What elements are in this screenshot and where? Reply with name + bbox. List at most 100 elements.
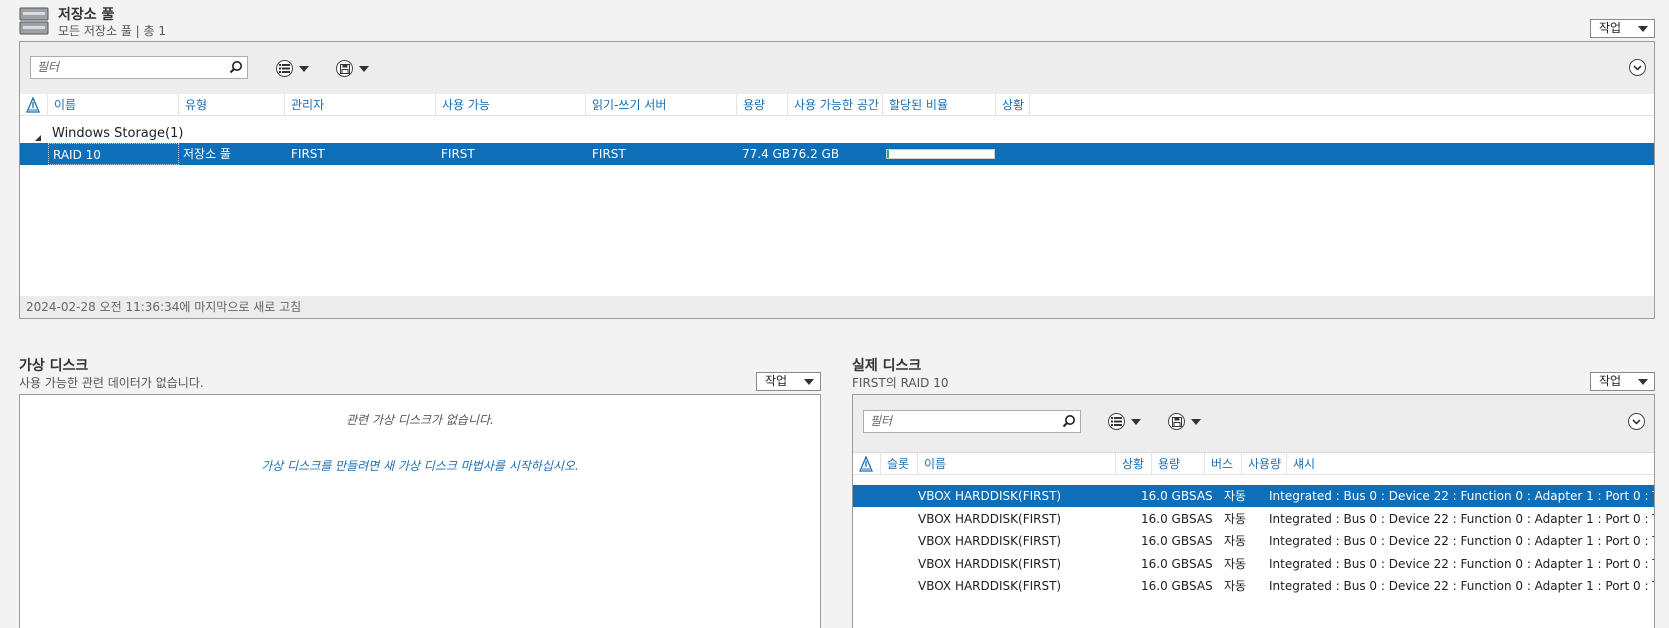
new-vdisk-wizard-link[interactable]: 가상 디스크를 만들려면 새 가상 디스크 마법사를 시작하십시오. [20,457,820,474]
pdisks-expand-button[interactable] [1628,413,1645,430]
column-header-type[interactable]: 유형 [179,94,285,116]
cell-name: VBOX HARDDISK(FIRST) [918,511,1062,526]
cell-bus: SAS [1189,579,1213,593]
cell-usage: 자동 [1224,489,1247,503]
column-header-allocated[interactable]: 할당된 비율 [883,94,996,116]
search-icon[interactable] [229,60,243,81]
column-header-status[interactable]: 상황 [996,94,1030,116]
chevron-down-icon [359,65,369,72]
column-header-capacity[interactable]: 용량 [1152,453,1205,475]
pdisks-toolbar: 필터 [853,395,1654,453]
chevron-down-icon [1638,26,1648,32]
chevron-down-icon [1131,418,1141,425]
column-header-free-space[interactable]: 사용 가능한 공간 [788,94,883,116]
vdisks-panel: 관련 가상 디스크가 없습니다. 가상 디스크를 만들려면 새 가상 디스크 마… [19,394,821,628]
cell-usage: 자동 [1224,511,1247,526]
table-row[interactable]: RAID 10 저장소 풀 FIRST FIRST FIRST 77.4 GB … [20,143,1654,165]
column-header-bus[interactable]: 버스 [1205,453,1242,475]
search-icon[interactable] [1062,414,1076,435]
cell-name: VBOX HARDDISK(FIRST) [918,534,1062,548]
pools-subtitle: 모든 저장소 풀 | 총 1 [58,24,167,38]
pdisks-title: 실제 디스크 [852,358,922,374]
pools-panel: 필터 이름 유형 관리자 사용 가능 읽기-쓰기 서버 용량 사용 가능한 공간… [19,41,1655,319]
cell-chassis: Integrated : Bus 0 : Device 22 : Functio… [1269,489,1655,503]
sort-warning-icon[interactable] [20,94,48,116]
cell-bus: SAS [1189,534,1213,548]
pdisks-panel: 필터 슬롯 이름 상황 용량 버스 사용량 섀시 VBOX HARDDISK(F… [852,394,1655,628]
pdisks-list-view-button[interactable] [1108,413,1141,430]
storage-pool-icon [19,6,49,39]
cell-type: 저장소 풀 [183,147,231,161]
save-icon [336,60,353,77]
pdisks-subtitle: FIRST의 RAID 10 [852,376,949,390]
pools-list-view-button[interactable] [276,60,309,77]
pdisks-column-headers: 슬롯 이름 상황 용량 버스 사용량 섀시 [853,453,1654,475]
pools-filter-input[interactable]: 필터 [30,56,248,79]
pdisks-rows: VBOX HARDDISK(FIRST) 16.0 GB SAS 자동 Integrat… [853,485,1655,605]
pools-status-bar: 2024-02-28 오전 11:36:34에 마지막으로 새로 고침 [20,296,1654,318]
pools-task-button[interactable]: 작업 [1590,19,1655,38]
column-header-chassis[interactable]: 섀시 [1287,453,1654,475]
pools-task-label: 작업 [1599,21,1622,35]
vdisks-empty-message: 관련 가상 디스크가 없습니다. [346,413,494,427]
column-header-name[interactable]: 이름 [918,453,1116,475]
pools-toolbar: 필터 [20,42,1654,100]
chevron-down-icon [804,379,814,385]
column-header-usage[interactable]: 사용량 [1242,453,1287,475]
sort-warning-icon[interactable] [853,453,881,475]
save-icon [1168,413,1185,430]
cell-available: FIRST [441,147,475,161]
cell-rw-server: FIRST [592,147,626,161]
cell-free-space: 76.2 GB [791,147,840,161]
pools-save-query-button[interactable] [336,60,369,77]
cell-chassis: Integrated : Bus 0 : Device 22 : Functio… [1269,511,1655,526]
cell-manager: FIRST [291,147,325,161]
cell-capacity: 77.4 GB [742,147,791,161]
chevron-down-icon [299,65,309,72]
chevron-down-icon [1191,418,1201,425]
column-header-name[interactable]: 이름 [48,94,179,116]
cell-usage: 자동 [1224,556,1247,571]
pools-title: 저장소 풀 [58,7,115,23]
cell-usage: 자동 [1224,534,1247,548]
cell-usage: 자동 [1224,579,1247,593]
pools-expand-button[interactable] [1629,59,1646,76]
column-header-capacity[interactable]: 용량 [737,94,788,116]
vdisks-title: 가상 디스크 [19,358,89,374]
cell-name: VBOX HARDDISK(FIRST) [918,556,1062,571]
cell-capacity: 16.0 GB [1141,511,1190,526]
cell-bus: SAS [1189,511,1213,526]
cell-capacity: 16.0 GB [1141,579,1190,593]
pdisks-task-button[interactable]: 작업 [1590,372,1655,391]
table-row[interactable]: VBOX HARDDISK(FIRST) 16.0 GB SAS 자동 Integrat… [853,485,1655,507]
column-header-slot[interactable]: 슬롯 [881,453,918,475]
table-row[interactable]: VBOX HARDDISK(FIRST) 16.0 GB SAS 자동 Integrat… [853,575,1655,597]
pdisks-save-query-button[interactable] [1168,413,1201,430]
list-icon [1108,413,1125,430]
cell-bus: SAS [1189,489,1213,503]
table-row[interactable]: VBOX HARDDISK(FIRST) 16.0 GB SAS 자동 Integrat… [853,508,1655,530]
column-header-status[interactable]: 상황 [1116,453,1152,475]
pools-column-headers: 이름 유형 관리자 사용 가능 읽기-쓰기 서버 용량 사용 가능한 공간 할당… [20,94,1654,116]
pdisks-filter-input[interactable]: 필터 [863,410,1081,433]
chevron-down-icon [1638,379,1648,385]
cell-name: RAID 10 [48,143,179,165]
vdisks-task-button[interactable]: 작업 [756,372,821,391]
table-row[interactable]: VBOX HARDDISK(FIRST) 16.0 GB SAS 자동 Integrat… [853,553,1655,575]
allocation-bar [886,149,995,159]
column-header-rw-server[interactable]: 읽기-쓰기 서버 [586,94,737,116]
list-icon [276,60,293,77]
allocation-bar-fill [887,150,889,158]
vdisks-subtitle: 사용 가능한 관련 데이터가 없습니다. [19,376,204,390]
table-row[interactable]: VBOX HARDDISK(FIRST) 16.0 GB SAS 자동 Integrat… [853,530,1655,552]
cell-chassis: Integrated : Bus 0 : Device 22 : Functio… [1269,556,1655,571]
cell-chassis: Integrated : Bus 0 : Device 22 : Functio… [1269,579,1655,593]
cell-capacity: 16.0 GB [1141,534,1190,548]
cell-capacity: 16.0 GB [1141,556,1190,571]
group-header[interactable]: Windows Storage(1) [52,126,183,141]
column-header-manager[interactable]: 관리자 [285,94,436,116]
cell-chassis: Integrated : Bus 0 : Device 22 : Functio… [1269,534,1655,548]
cell-bus: SAS [1189,556,1213,571]
column-header-available[interactable]: 사용 가능 [436,94,586,116]
cell-capacity: 16.0 GB [1141,489,1190,503]
